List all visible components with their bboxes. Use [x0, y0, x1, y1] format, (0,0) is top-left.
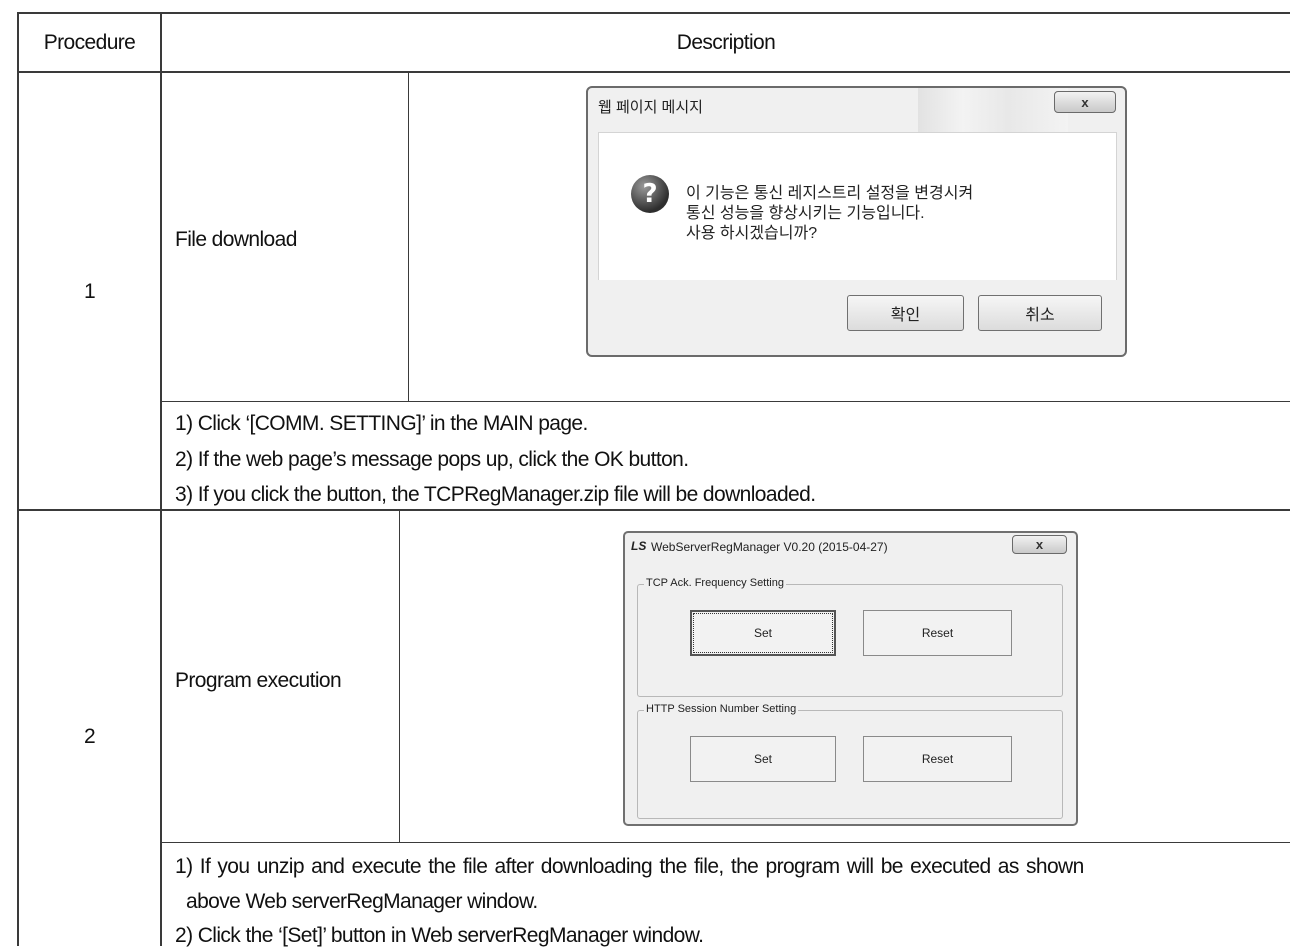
row-separator	[17, 509, 1290, 511]
row2-number: 2	[83, 725, 96, 748]
dialog-message-area: ? 이 기능은 통신 레지스트리 설정을 변경시켜 통신 성능을 향상시키는 기…	[598, 132, 1117, 281]
table-border-top	[17, 12, 1290, 14]
ls-logo: LS	[631, 539, 647, 553]
window-title: WebServerRegManager V0.20 (2015-04-27)	[651, 540, 888, 554]
row1-step-1: 1) Click ‘[COMM. SETTING]’ in the MAIN p…	[175, 412, 588, 435]
row1-number: 1	[83, 280, 96, 303]
message-line-3: 사용 하시겠습니까?	[686, 225, 818, 242]
header-bottom-rule	[17, 71, 1290, 73]
row1-step-3: 3) If you click the button, the TCPRegMa…	[175, 483, 816, 506]
tcp-set-button[interactable]: Set	[690, 610, 836, 656]
web-page-message-dialog: 웹 페이지 메시지 x ? 이 기능은 통신 레지스트리 설정을 변경시켜 통신…	[586, 86, 1127, 357]
http-set-button[interactable]: Set	[690, 736, 836, 782]
row2-step-1: 1) If you unzip and execute the file aft…	[175, 855, 1084, 878]
close-button[interactable]: x	[1054, 91, 1116, 113]
http-reset-button[interactable]: Reset	[863, 736, 1012, 782]
group-label: TCP Ack. Frequency Setting	[644, 577, 786, 589]
row1-inner-divider	[408, 72, 409, 402]
tcp-reset-button[interactable]: Reset	[863, 610, 1012, 656]
http-session-number-group: HTTP Session Number Setting Set Reset	[637, 703, 1063, 819]
close-button[interactable]: x	[1012, 535, 1067, 554]
row2-inner-divider	[399, 510, 400, 842]
question-icon: ?	[631, 175, 669, 213]
ok-button[interactable]: 확인	[847, 295, 964, 331]
row2-step-2: 2) Click the ‘[Set]’ button in Web serve…	[175, 924, 704, 947]
webserver-reg-manager-window: LS WebServerRegManager V0.20 (2015-04-27…	[623, 531, 1078, 826]
cancel-button[interactable]: 취소	[978, 295, 1102, 331]
tcp-ack-frequency-group: TCP Ack. Frequency Setting Set Reset	[637, 577, 1063, 697]
blurred-background	[918, 88, 1068, 132]
row2-steps-rule	[161, 842, 1290, 843]
row2-label: Program execution	[175, 669, 342, 692]
dialog-title: 웹 페이지 메시지	[598, 99, 703, 116]
group-label: HTTP Session Number Setting	[644, 703, 799, 715]
row1-steps-rule	[161, 401, 1290, 402]
row2-step-1-continued: above Web serverRegManager window.	[186, 890, 538, 913]
dialog-button-bar: 확인 취소	[598, 280, 1117, 346]
row1-label: File download	[175, 228, 297, 251]
table-border-left	[17, 12, 19, 946]
header-procedure: Procedure	[43, 31, 136, 54]
header-description: Description	[676, 31, 776, 54]
row1-step-2: 2) If the web page’s message pops up, cl…	[175, 448, 689, 471]
column-divider	[160, 12, 162, 946]
